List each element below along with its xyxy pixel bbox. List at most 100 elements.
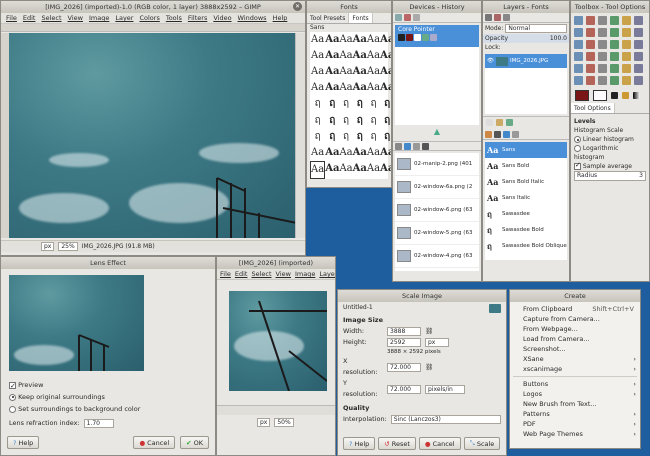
tool-icon[interactable] <box>610 76 619 85</box>
tool-icon[interactable] <box>610 28 619 37</box>
font-preview-cell[interactable]: Aa <box>367 32 380 48</box>
preview-checkbox[interactable]: Preview <box>9 379 207 392</box>
menu-file[interactable]: File <box>6 13 17 23</box>
yres-field[interactable]: 72.000 <box>387 384 421 394</box>
font-preview-cell[interactable]: Aa <box>380 64 391 80</box>
background-color-swatch[interactable] <box>593 90 607 101</box>
lens-title[interactable]: Lens Effect <box>1 257 215 269</box>
font-list-item[interactable]: Aa Sans <box>485 142 567 158</box>
font-preview-cell[interactable]: ฤ <box>353 113 367 129</box>
font-preview-cell[interactable]: Aa <box>353 64 367 80</box>
zoom-select[interactable]: 25% <box>58 242 78 251</box>
foreground-color-swatch[interactable] <box>575 90 589 101</box>
font-preview-cell[interactable]: ฤ <box>380 129 391 145</box>
menu-select[interactable]: Select <box>251 269 271 279</box>
menu-layer[interactable]: Layer <box>115 13 133 23</box>
tool-icon[interactable] <box>598 28 607 37</box>
font-preview-cell[interactable]: Aa <box>339 48 352 64</box>
layer-row[interactable]: 👁 IMG_2026.JPG <box>485 54 567 68</box>
tool-icon[interactable] <box>634 64 643 73</box>
menu-filters[interactable]: Filters <box>188 13 207 23</box>
chain-icon[interactable]: ⛓ <box>425 326 433 337</box>
res-unit-select[interactable]: pixels/in <box>425 384 465 394</box>
menu-edit[interactable]: Edit <box>23 13 36 23</box>
font-preview-cell[interactable]: Aa <box>339 64 352 80</box>
tool-icon[interactable] <box>574 16 583 25</box>
interpolation-select[interactable]: Sinc (Lanczos3) <box>390 415 501 424</box>
create-menu-item[interactable]: Patterns › <box>510 409 640 419</box>
font-preview-cell[interactable]: Aa <box>380 48 391 64</box>
font-preview-cell[interactable]: Aa <box>310 48 325 64</box>
width-field[interactable]: 3888 <box>387 327 421 336</box>
devices-save-icon[interactable]: ▲ <box>393 127 481 141</box>
device-core-pointer[interactable]: Core Pointer <box>395 25 479 47</box>
create-menu-item[interactable]: Capture from Camera... <box>510 314 640 324</box>
linear-histogram-option[interactable]: Linear histogram <box>574 135 646 144</box>
font-list-item[interactable]: Aa Sans Italic <box>485 190 567 206</box>
menu-video[interactable]: Video <box>213 13 231 23</box>
font-preview-cell[interactable]: Aa <box>339 145 352 161</box>
history-item[interactable]: 02-manip-2.png (401 <box>395 153 479 176</box>
history-item[interactable]: 02-window-5.png (63 <box>395 222 479 245</box>
font-preview-cell[interactable]: Aa <box>310 160 326 179</box>
menu-edit[interactable]: Edit <box>235 269 248 279</box>
pattern-icon[interactable] <box>622 92 629 99</box>
create-menu-item[interactable]: PDF › <box>510 419 640 429</box>
tool-icon[interactable] <box>574 28 583 37</box>
tab-tool-options[interactable]: Tool Options <box>571 103 615 113</box>
menu-select[interactable]: Select <box>41 13 61 23</box>
font-preview-cell[interactable]: Aa <box>380 80 391 96</box>
font-preview-cell[interactable]: ฤ <box>380 113 391 129</box>
font-preview-cell[interactable]: ฤ <box>367 96 380 112</box>
close-icon[interactable]: ✕ <box>293 2 302 11</box>
xres-field[interactable]: 72.000 <box>387 362 421 372</box>
tool-icon[interactable] <box>598 40 607 49</box>
gimp2-canvas[interactable] <box>229 291 327 391</box>
menu-file[interactable]: File <box>220 269 231 279</box>
tool-icon[interactable] <box>574 64 583 73</box>
create-menu-item[interactable]: Screenshot... <box>510 344 640 354</box>
tool-icon[interactable] <box>598 64 607 73</box>
font-preview-cell[interactable]: Aa <box>367 80 380 96</box>
font-preview-cell[interactable]: ฤ <box>339 129 352 145</box>
font-preview-cell[interactable]: Aa <box>325 32 339 48</box>
tool-icon[interactable] <box>586 64 595 73</box>
font-preview-cell[interactable]: ฤ <box>380 96 391 112</box>
font-preview-cell[interactable]: ฤ <box>353 96 367 112</box>
mode-select[interactable]: Normal <box>505 24 567 33</box>
canvas-image[interactable] <box>9 33 297 238</box>
tool-icon[interactable] <box>634 52 643 61</box>
font-preview-cell[interactable]: Aa <box>367 48 380 64</box>
tool-icon[interactable] <box>586 16 595 25</box>
fonts-dock-title[interactable]: Fonts <box>307 1 391 13</box>
font-preview-cell[interactable]: Aa <box>325 80 339 96</box>
font-preview-cell[interactable]: Aa <box>380 32 391 48</box>
menu-layer[interactable]: Layer <box>319 269 335 279</box>
font-preview-cell[interactable]: Aa <box>367 161 380 179</box>
font-preview-cell[interactable]: Aa <box>367 145 380 161</box>
font-list-item[interactable]: Aa Sans Bold <box>485 158 567 174</box>
font-preview-cell[interactable]: Aa <box>353 161 367 179</box>
font-preview-cell[interactable]: Aa <box>325 161 339 179</box>
tool-icon[interactable] <box>598 16 607 25</box>
menu-view[interactable]: View <box>276 269 291 279</box>
create-menu-item[interactable]: xscanimage › <box>510 364 640 374</box>
create-menu-item[interactable]: XSane › <box>510 354 640 364</box>
font-preview-cell[interactable]: ฤ <box>367 113 380 129</box>
font-preview-cell[interactable]: Aa <box>325 48 339 64</box>
gimp-title-bar[interactable]: [IMG_2026] (imported)-1.0 (RGB color, 1 … <box>1 1 305 13</box>
font-preview-cell[interactable]: Aa <box>353 32 367 48</box>
history-item[interactable]: 02-window-6.png (63 <box>395 199 479 222</box>
font-preview-cell[interactable]: Aa <box>353 80 367 96</box>
brush-icon[interactable] <box>611 92 618 99</box>
tool-icon[interactable] <box>610 16 619 25</box>
tool-icon[interactable] <box>586 76 595 85</box>
height-field[interactable]: 2592 <box>387 338 421 347</box>
vertical-scrollbar[interactable] <box>295 33 305 238</box>
font-list-item[interactable]: Aa Sans Bold Italic <box>485 174 567 190</box>
font-preview-cell[interactable]: ฤ <box>339 96 352 112</box>
refraction-spinner[interactable]: 1.70 <box>83 418 114 428</box>
create-menu-item[interactable]: Logos › <box>510 389 640 399</box>
tool-icon[interactable] <box>634 76 643 85</box>
tool-icon[interactable] <box>610 40 619 49</box>
